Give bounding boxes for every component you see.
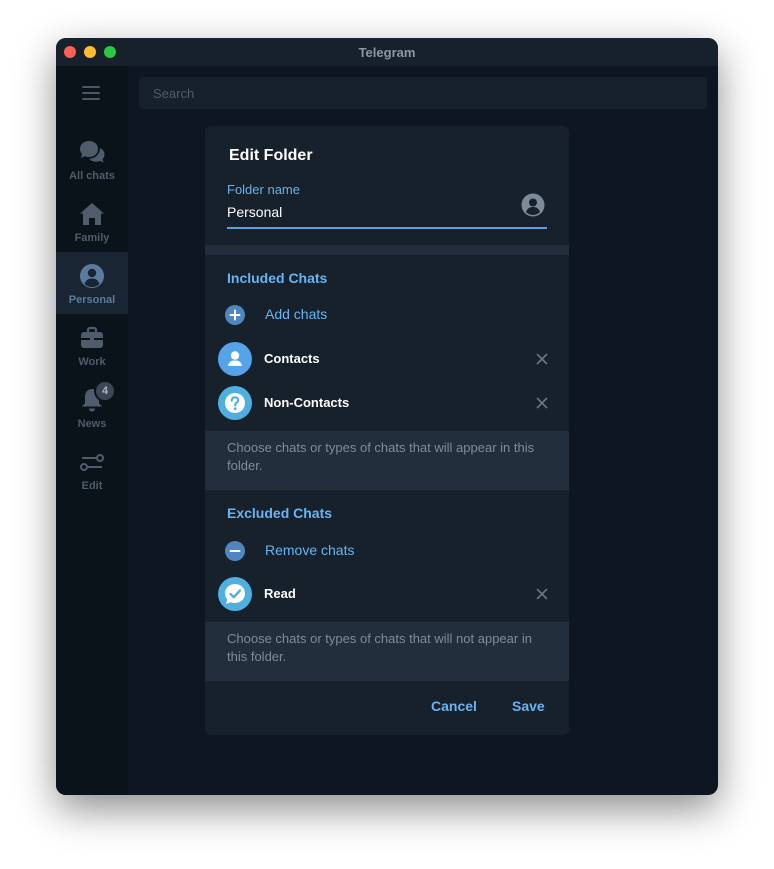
menu-icon[interactable]	[82, 86, 100, 100]
search-input[interactable]	[139, 77, 707, 109]
chat-type-name: Non-Contacts	[264, 395, 350, 410]
remove-chats-button[interactable]: Remove chats	[205, 533, 569, 569]
folder-label: All chats	[69, 170, 115, 182]
chat-type-name: Read	[264, 586, 296, 601]
excluded-hint: Choose chats or types of chats that will…	[205, 622, 569, 681]
included-hint: Choose chats or types of chats that will…	[205, 431, 569, 490]
folder-news[interactable]: 4 News	[56, 376, 128, 438]
dialog-title: Edit Folder	[229, 147, 313, 164]
included-chats-title: Included Chats	[227, 270, 328, 286]
check-bubble-icon	[218, 577, 252, 611]
folder-label: Work	[78, 356, 106, 368]
house-icon	[80, 203, 104, 225]
folder-all-chats[interactable]: All chats	[56, 128, 128, 190]
included-chat-row: Contacts	[205, 337, 569, 381]
person-icon	[80, 264, 104, 288]
folder-label: Family	[74, 232, 110, 244]
sliders-icon	[80, 454, 104, 471]
folder-label: News	[77, 418, 107, 430]
folder-name-label: Folder name	[227, 182, 300, 197]
folder-label: Personal	[68, 294, 116, 306]
edit-folder-dialog: Edit Folder Folder name Included Chats A…	[205, 126, 569, 735]
folder-work[interactable]: Work	[56, 314, 128, 376]
folder-name-input[interactable]	[227, 199, 507, 225]
folder-label: Edit	[81, 480, 103, 492]
section-divider	[205, 245, 569, 255]
folders-sidebar: All chats Family Personal Work 4 News Ed…	[56, 66, 128, 795]
plus-icon	[225, 305, 245, 325]
save-button[interactable]: Save	[512, 698, 545, 714]
input-underline	[227, 227, 547, 229]
excluded-chats-title: Excluded Chats	[227, 505, 333, 521]
add-chats-label: Add chats	[265, 306, 328, 322]
folder-edit[interactable]: Edit	[56, 438, 128, 500]
add-chats-button[interactable]: Add chats	[205, 297, 569, 333]
chats-icon	[80, 141, 105, 163]
remove-chats-label: Remove chats	[265, 542, 355, 558]
question-icon	[218, 386, 252, 420]
person-icon[interactable]	[520, 192, 546, 218]
close-icon[interactable]	[536, 353, 548, 365]
cancel-button[interactable]: Cancel	[431, 698, 477, 714]
title-bar: Telegram	[56, 38, 718, 66]
window-title: Telegram	[358, 45, 416, 60]
included-chat-row: Non-Contacts	[205, 381, 569, 425]
chat-type-name: Contacts	[264, 351, 320, 366]
person-icon	[218, 342, 252, 376]
close-icon[interactable]	[536, 397, 548, 409]
minus-icon	[225, 541, 245, 561]
briefcase-icon	[81, 326, 103, 348]
unread-badge: 4	[94, 380, 116, 402]
folder-personal[interactable]: Personal	[56, 252, 128, 314]
excluded-chat-row: Read	[205, 572, 569, 616]
folder-family[interactable]: Family	[56, 190, 128, 252]
close-icon[interactable]	[536, 588, 548, 600]
